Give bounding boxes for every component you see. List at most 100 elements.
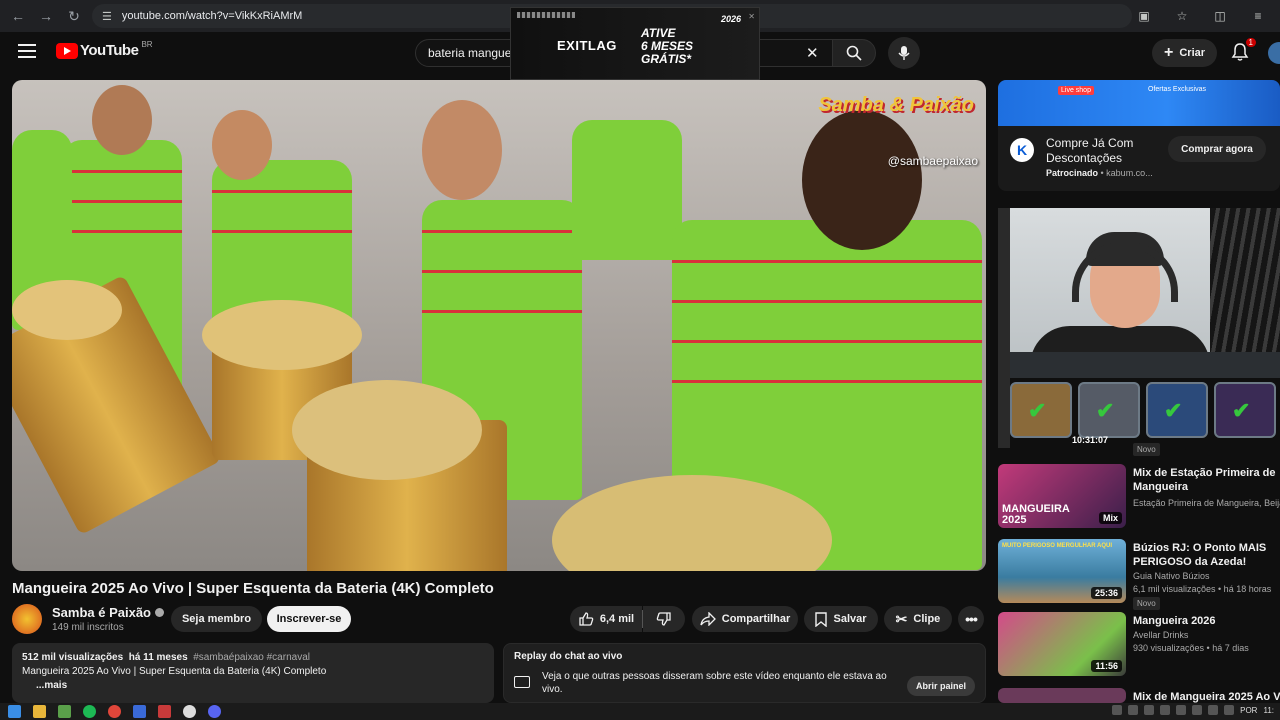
occluded-related-item[interactable] <box>998 208 1010 448</box>
related-title: Búzios RJ: O Ponto MAIS PERIGOSO da Azed… <box>1133 542 1267 568</box>
video-duration: 11:56 <box>1091 660 1122 672</box>
country-code: BR <box>141 40 153 49</box>
close-icon[interactable]: ✕ <box>748 12 755 21</box>
sponsored-ad-card[interactable]: Live shop Ofertas Exclusivas K Compre Já… <box>998 80 1280 191</box>
back-icon[interactable]: ← <box>4 2 32 30</box>
overlay-thumbnail: ✔ <box>1214 382 1276 438</box>
check-icon: ✔ <box>1096 398 1115 423</box>
subscriber-count: 149 mil inscritos <box>52 622 124 633</box>
ad-copy-line: GRÁTIS* <box>641 52 692 66</box>
clock[interactable]: 11: <box>1263 706 1274 715</box>
ad-title: Compre Já Com Descontações <box>1046 136 1134 165</box>
description-box[interactable]: 512 mil visualizações há 11 meses #samba… <box>12 643 494 703</box>
tray-icon[interactable] <box>1128 705 1139 715</box>
ad-banner-badge: Live shop <box>1058 86 1094 95</box>
video-duration: 10:31:07 <box>1072 435 1109 445</box>
spotify-icon[interactable] <box>83 705 96 718</box>
language-indicator[interactable]: POR <box>1240 706 1257 715</box>
overlay-thumbnail-strip: ✔ ✔ ✔ ✔ <box>1010 382 1280 438</box>
tray-icon[interactable] <box>1208 705 1219 715</box>
tray-icon[interactable] <box>1160 705 1171 715</box>
extensions-icon[interactable]: ◫ <box>1208 4 1232 28</box>
webcam-overlay <box>1010 208 1280 378</box>
ad-banner-text: Ofertas Exclusivas <box>1148 86 1206 93</box>
reading-list-icon[interactable]: ≡ <box>1246 4 1270 28</box>
open-chat-button[interactable]: Abrir painel <box>906 676 975 696</box>
related-video[interactable]: Mix de Mangueira 2025 Ao Vivo <box>998 688 1280 703</box>
forward-icon[interactable]: → <box>32 2 60 30</box>
exitlag-overlay-ad[interactable]: EXITLAG ATIVE 6 MESES GRÁTIS* 2026 ✕ <box>510 7 760 80</box>
chat-replay-text: Veja o que outras pessoas disseram sobre… <box>542 671 887 695</box>
site-settings-icon[interactable]: ☰ <box>102 10 112 23</box>
related-thumbnail: 11:56 <box>998 612 1126 676</box>
tray-icon[interactable] <box>1112 705 1123 715</box>
upload-age: há 11 meses <box>128 652 188 663</box>
show-more-link[interactable]: ...mais <box>22 679 484 693</box>
search-icon <box>846 45 862 61</box>
join-button[interactable]: Seja membro <box>171 606 262 632</box>
sponsored-label: Patrocinado <box>1046 168 1099 178</box>
check-icon: ✔ <box>1164 398 1183 423</box>
discord-icon[interactable] <box>208 705 221 718</box>
subscribe-button[interactable]: Inscrever-se <box>267 606 351 632</box>
menu-icon[interactable] <box>18 44 36 58</box>
save-button[interactable]: Salvar <box>804 606 878 632</box>
related-stats: 930 visualizações • há 7 dias <box>1133 643 1249 653</box>
overlay-thumbnail: ✔ <box>1146 382 1208 438</box>
monitor <box>1010 352 1280 378</box>
hashtags[interactable]: #sambaépaixao #carnaval <box>193 652 310 663</box>
video-duration: 25:36 <box>1090 587 1122 599</box>
dislike-button[interactable] <box>643 606 685 632</box>
news-app-icon[interactable] <box>158 705 171 718</box>
channel-watermark: Samba & Paixão <box>818 94 974 116</box>
game-app-icon[interactable] <box>58 705 71 718</box>
file-explorer-icon[interactable] <box>33 705 46 718</box>
youtube-logo[interactable]: YouTube BR <box>56 40 153 59</box>
video-player[interactable]: Samba & Paixão @sambaepaixao <box>12 80 986 571</box>
open-chat-label: Abrir painel <box>915 681 966 691</box>
more-actions-button[interactable]: ••• <box>958 606 984 632</box>
chrome-icon[interactable] <box>108 705 121 718</box>
account-avatar[interactable] <box>1268 42 1280 64</box>
related-video[interactable]: MANGUEIRA 2025 Mix Mix de Estação Primei… <box>998 464 1280 530</box>
drummer-figure <box>572 120 682 260</box>
chat-icon <box>514 676 530 688</box>
notifications-button[interactable]: 1 <box>1230 38 1256 64</box>
cast-icon[interactable]: ▣ <box>1132 4 1156 28</box>
join-label: Seja membro <box>181 613 252 625</box>
verified-icon <box>155 608 164 617</box>
like-button[interactable]: 6,4 mil <box>570 606 642 632</box>
related-video[interactable]: MUITO PERIGOSO MERGULHAR AQUI 25:36 Búzi… <box>998 539 1280 610</box>
tray-icon[interactable] <box>1224 705 1235 715</box>
clip-button[interactable]: ✂ Clipe <box>884 606 952 632</box>
bookmark-star-icon[interactable]: ☆ <box>1170 4 1194 28</box>
channel-name[interactable]: Samba é Paixão <box>52 605 164 620</box>
tray-icon[interactable] <box>1176 705 1187 715</box>
drum-head <box>12 280 122 340</box>
clear-search-icon[interactable]: ✕ <box>806 44 819 62</box>
related-channel: Avellar Drinks <box>1133 630 1189 640</box>
description-text: Mangueira 2025 Ao Vivo | Super Esquenta … <box>22 666 327 677</box>
tray-icon[interactable] <box>1144 705 1155 715</box>
github-icon[interactable] <box>183 705 196 718</box>
create-button[interactable]: + Criar <box>1152 39 1218 67</box>
check-icon: ✔ <box>1028 398 1047 423</box>
related-thumbnail: MUITO PERIGOSO MERGULHAR AQUI 25:36 <box>998 539 1126 603</box>
plus-icon: + <box>1164 44 1174 61</box>
app-icon[interactable] <box>133 705 146 718</box>
channel-avatar[interactable] <box>12 604 42 634</box>
reload-icon[interactable]: ↻ <box>60 2 88 30</box>
related-channel: Guia Nativo Búzios <box>1133 571 1210 581</box>
buy-now-button[interactable]: Comprar agora <box>1168 136 1266 162</box>
video-title: Mangueira 2025 Ao Vivo | Super Esquenta … <box>12 580 494 597</box>
drum-head <box>292 380 482 480</box>
related-video[interactable]: 11:56 Mangueira 2026 Avellar Drinks 930 … <box>998 612 1280 678</box>
ad-banner-image: Live shop Ofertas Exclusivas <box>998 80 1280 126</box>
share-button[interactable]: Compartilhar <box>692 606 798 632</box>
tray-icon[interactable] <box>1192 705 1203 715</box>
subscribe-label: Inscrever-se <box>276 613 342 625</box>
search-button[interactable] <box>832 39 876 67</box>
voice-search-button[interactable] <box>888 37 920 69</box>
windows-start-icon[interactable] <box>8 705 21 718</box>
ad-meta: Patrocinado • kabum.co... <box>1046 168 1153 178</box>
